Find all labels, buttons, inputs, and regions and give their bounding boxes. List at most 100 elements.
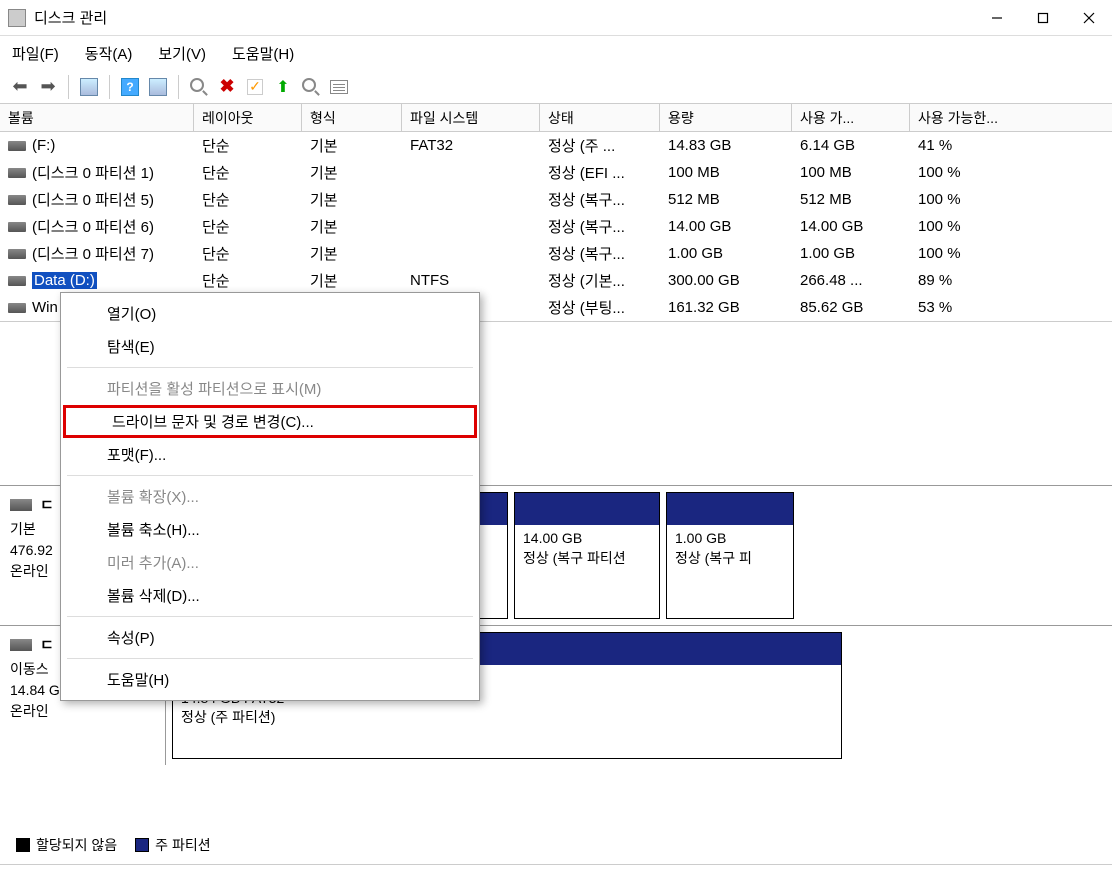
close-button[interactable] xyxy=(1066,1,1112,35)
table-row[interactable]: (F:) 단순 기본 FAT32 정상 (주 ... 14.83 GB 6.14… xyxy=(0,132,1112,159)
volume-name: (F:) xyxy=(32,137,55,154)
cell-capacity: 300.00 GB xyxy=(660,272,792,289)
context-menu-item[interactable]: 드라이브 문자 및 경로 변경(C)... xyxy=(63,405,477,438)
legend-unallocated: 할당되지 않음 xyxy=(36,835,117,855)
minimize-button[interactable] xyxy=(974,1,1020,35)
cell-free: 14.00 GB xyxy=(792,218,910,235)
partition[interactable]: 1.00 GB 정상 (복구 피 xyxy=(666,492,794,619)
cell-status: 정상 (복구... xyxy=(540,189,660,210)
context-menu-item[interactable]: 볼륨 삭제(D)... xyxy=(61,579,479,612)
disk-0-name: ㄷ xyxy=(40,494,54,515)
cell-pct: 53 % xyxy=(910,299,1112,316)
partition-status: 정상 (주 파티션) xyxy=(181,708,833,728)
disk-drive-icon xyxy=(10,499,32,511)
forward-button[interactable]: ➡ xyxy=(36,75,60,99)
cell-capacity: 100 MB xyxy=(660,164,792,181)
cell-free: 100 MB xyxy=(792,164,910,181)
cell-layout: 단순 xyxy=(194,270,302,291)
col-layout[interactable]: 레이아웃 xyxy=(194,104,302,131)
back-button[interactable]: ⬅ xyxy=(8,75,32,99)
cell-type: 기본 xyxy=(302,243,402,264)
cell-type: 기본 xyxy=(302,162,402,183)
context-menu-item[interactable]: 볼륨 축소(H)... xyxy=(61,513,479,546)
menu-bar: 파일(F) 동작(A) 보기(V) 도움말(H) xyxy=(0,36,1112,70)
cell-status: 정상 (EFI ... xyxy=(540,162,660,183)
context-menu-separator xyxy=(67,475,473,476)
partition-body: 14.00 GB 정상 (복구 파티션 xyxy=(515,525,659,572)
context-menu-item: 미러 추가(A)... xyxy=(61,546,479,579)
help-button[interactable]: ? xyxy=(118,75,142,99)
context-menu-separator xyxy=(67,616,473,617)
window-title: 디스크 관리 xyxy=(34,7,107,28)
cell-free: 512 MB xyxy=(792,191,910,208)
delete-button[interactable]: ✖ xyxy=(215,75,239,99)
col-type[interactable]: 형식 xyxy=(302,104,402,131)
cell-fs: NTFS xyxy=(402,272,540,289)
context-menu-item[interactable]: 도움말(H) xyxy=(61,663,479,696)
partition-header xyxy=(667,493,793,525)
table-row[interactable]: (디스크 0 파티션 7) 단순 기본 정상 (복구... 1.00 GB 1.… xyxy=(0,240,1112,267)
menu-file[interactable]: 파일(F) xyxy=(12,43,59,64)
volume-name: (디스크 0 파티션 6) xyxy=(32,216,154,237)
volume-icon xyxy=(8,303,26,313)
partition-status: 정상 (복구 파티션 xyxy=(523,549,651,569)
export-button[interactable]: ⬆ xyxy=(271,75,295,99)
legend-unallocated-icon xyxy=(16,838,30,852)
toolbar: ⬅ ➡ ? ✖ ✓ ⬆ xyxy=(0,70,1112,104)
cell-type: 기본 xyxy=(302,189,402,210)
table-row[interactable]: (디스크 0 파티션 6) 단순 기본 정상 (복구... 14.00 GB 1… xyxy=(0,213,1112,240)
volume-icon xyxy=(8,276,26,286)
volume-icon xyxy=(8,222,26,232)
cell-pct: 100 % xyxy=(910,245,1112,262)
legend-primary-icon xyxy=(135,838,149,852)
menu-view[interactable]: 보기(V) xyxy=(158,43,206,64)
cell-pct: 100 % xyxy=(910,218,1112,235)
volume-name: (디스크 0 파티션 5) xyxy=(32,189,154,210)
rescan-button[interactable] xyxy=(187,75,211,99)
context-menu-item[interactable]: 속성(P) xyxy=(61,621,479,654)
cell-capacity: 14.83 GB xyxy=(660,137,792,154)
col-volume[interactable]: 볼륨 xyxy=(0,104,194,131)
app-icon xyxy=(8,9,26,27)
volume-icon xyxy=(8,141,26,151)
cell-free: 1.00 GB xyxy=(792,245,910,262)
cell-layout: 단순 xyxy=(194,162,302,183)
check-button[interactable]: ✓ xyxy=(243,75,267,99)
col-pct[interactable]: 사용 가능한... xyxy=(910,104,1112,131)
col-status[interactable]: 상태 xyxy=(540,104,660,131)
table-row[interactable]: (디스크 0 파티션 1) 단순 기본 정상 (EFI ... 100 MB 1… xyxy=(0,159,1112,186)
menu-help[interactable]: 도움말(H) xyxy=(232,43,294,64)
context-menu: 열기(O)탐색(E) 파티션을 활성 파티션으로 표시(M)드라이브 문자 및 경… xyxy=(60,292,480,701)
maximize-button[interactable] xyxy=(1020,1,1066,35)
context-menu-item[interactable]: 탐색(E) xyxy=(61,330,479,363)
volume-name: Data (D:) xyxy=(32,272,97,289)
col-fs[interactable]: 파일 시스템 xyxy=(402,104,540,131)
cell-status: 정상 (복구... xyxy=(540,216,660,237)
partition-header xyxy=(515,493,659,525)
cell-pct: 89 % xyxy=(910,272,1112,289)
context-menu-separator xyxy=(67,367,473,368)
col-free[interactable]: 사용 가... xyxy=(792,104,910,131)
context-menu-item[interactable]: 포맷(F)... xyxy=(61,438,479,471)
table-row[interactable]: (디스크 0 파티션 5) 단순 기본 정상 (복구... 512 MB 512… xyxy=(0,186,1112,213)
volume-name: Win xyxy=(32,299,58,316)
cell-pct: 41 % xyxy=(910,137,1112,154)
legend: 할당되지 않음 주 파티션 xyxy=(8,835,219,855)
list-button[interactable] xyxy=(327,75,351,99)
table-row[interactable]: Data (D:) 단순 기본 NTFS 정상 (기본... 300.00 GB… xyxy=(0,267,1112,294)
find-button[interactable] xyxy=(299,75,323,99)
cell-free: 266.48 ... xyxy=(792,272,910,289)
cell-layout: 단순 xyxy=(194,135,302,156)
partition[interactable]: 14.00 GB 정상 (복구 파티션 xyxy=(514,492,660,619)
menu-action[interactable]: 동작(A) xyxy=(85,43,133,64)
context-menu-item: 파티션을 활성 파티션으로 표시(M) xyxy=(61,372,479,405)
cell-type: 기본 xyxy=(302,270,402,291)
table-view-button[interactable] xyxy=(77,75,101,99)
context-menu-separator xyxy=(67,658,473,659)
cell-status: 정상 (기본... xyxy=(540,270,660,291)
col-capacity[interactable]: 용량 xyxy=(660,104,792,131)
cell-type: 기본 xyxy=(302,216,402,237)
context-menu-item[interactable]: 열기(O) xyxy=(61,297,479,330)
cell-capacity: 14.00 GB xyxy=(660,218,792,235)
settings-button[interactable] xyxy=(146,75,170,99)
